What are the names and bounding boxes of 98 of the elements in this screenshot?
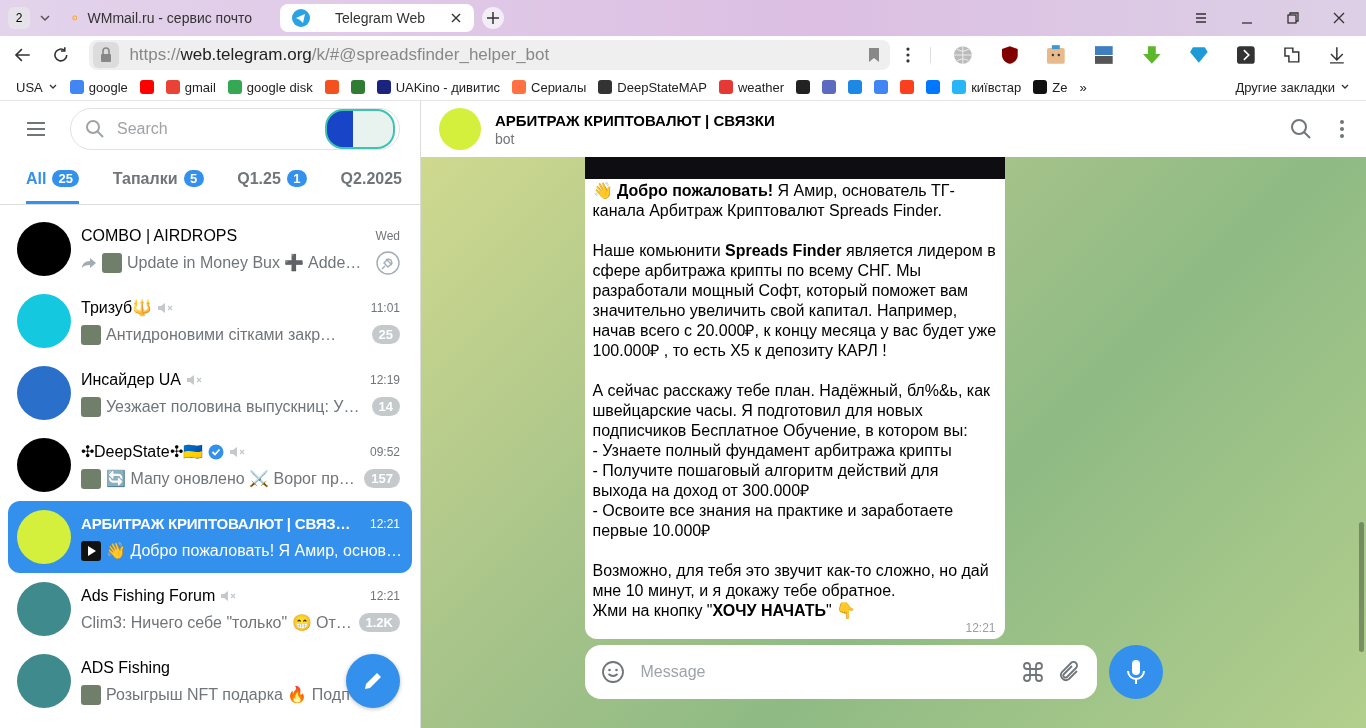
unread-count-badge: 14 — [371, 397, 400, 416]
browser-tab[interactable]: WMmail.ru - сервис почто — [60, 4, 264, 32]
chat-name: COMBO | AIRDROPS — [81, 226, 238, 245]
chat-list-item[interactable]: ADS Fishing Розыгрыш NFT подарка 🔥 Подп — [8, 645, 412, 717]
chat-name: АРБИТРАЖ КРИПТОВАЛЮТ | СВЯЗ… — [81, 515, 351, 532]
tab-title: Telegram Web — [334, 10, 426, 26]
message-time: 12:21 — [965, 621, 996, 635]
bookmark-link[interactable]: UAKino - дивитис — [376, 79, 500, 95]
smiley-icon[interactable] — [600, 660, 625, 684]
bookmark-link[interactable]: google disk — [227, 79, 313, 95]
microphone-icon — [1125, 659, 1146, 685]
pencil-icon — [362, 670, 384, 692]
paper-plane-icon — [292, 9, 310, 27]
chat-list-item[interactable]: Тризуб🔱 11:01 Антидроновими сітками закр… 25 — [8, 285, 412, 357]
message-preview: Розыгрыш NFT подарка 🔥 Подп — [106, 685, 351, 704]
close-icon[interactable] — [1332, 11, 1346, 25]
chat-time: 09:52 — [369, 444, 400, 459]
chat-name: Инсайдер UA — [81, 370, 181, 389]
browser-tab[interactable]: Telegram Web — [280, 4, 474, 32]
folder-tab[interactable]: Q1.25 1 — [237, 156, 307, 204]
back-arrow-icon[interactable] — [14, 46, 32, 64]
message-preview: 👋 Добро пожаловать! Я Амир, основ… — [106, 541, 400, 560]
folder-tab[interactable]: Тапалки 5 — [112, 156, 204, 204]
message-input[interactable]: Message — [584, 645, 1097, 699]
restore-icon[interactable] — [1286, 11, 1300, 25]
more-bookmarks-button[interactable]: » — [1079, 79, 1087, 95]
chat-name: ADS Fishing — [81, 658, 170, 677]
chat-subtitle: bot — [495, 130, 516, 147]
bookmark-link[interactable]: київстар — [952, 79, 1022, 95]
unread-count-badge: 1.2K — [358, 613, 400, 632]
microphone-button[interactable] — [1108, 645, 1163, 699]
video-thumbnail-icon — [81, 540, 101, 561]
bookmark-icon[interactable] — [868, 47, 880, 63]
reload-icon[interactable] — [51, 46, 70, 64]
download-arrow-icon[interactable] — [1141, 45, 1162, 65]
search-icon[interactable] — [1290, 118, 1312, 140]
bookmark-link[interactable]: Ze — [1033, 79, 1068, 95]
new-tab-button[interactable] — [482, 7, 504, 29]
chat-time: 12:21 — [369, 516, 400, 531]
chat-name: ✣DeepState✣🇺🇦 — [81, 442, 203, 461]
message-paragraph: А сейчас расскажу тебе план. Надёжный, бл%&ь, как швейцарские часы. Я подготовил для новых подписчиков Бесплатное Обучение, в котором вы: - Узнаете полный фундамент арбитража крипты - Получите пошаговый алгоритм действий для выхода на доход от 300.000₽ - Освоите все знания на практике и заработаете первые 10.000₽ — [592, 381, 992, 541]
bookmark-link[interactable]: weather — [718, 79, 785, 95]
chat-title: АРБИТРАЖ КРИПТОВАЛЮТ | СВЯЗКИ — [495, 111, 775, 129]
chat-time: 11:01 — [370, 300, 400, 315]
message-paragraph: 👋 Добро пожаловать! Я Амир, основатель ТГ-канала Арбитраж Криптовалют Spreads Finder. — [592, 181, 956, 221]
menu-icon[interactable] — [26, 121, 46, 136]
menu-icon[interactable] — [1194, 11, 1208, 25]
chat-time: Wed — [375, 228, 400, 243]
arrow-square-icon[interactable] — [1236, 46, 1255, 64]
search-icon — [85, 118, 105, 139]
puzzle-icon[interactable] — [1282, 46, 1301, 64]
chat-list-item[interactable]: COMBO | AIRDROPS Wed Update in Money Bux ➕ Adde… — [8, 213, 412, 285]
message-paragraph: Возможно, для тебя это звучит как-то сложно, но дай мне 10 минут, и я докажу тебе обратное. Жми на кнопку "ХОЧУ НАЧАТЬ" 👇 — [592, 561, 990, 621]
message-preview: Update in Money Bux ➕ Adde… — [127, 253, 363, 272]
thumbnail-photo-placeholder — [81, 396, 101, 417]
command-icon[interactable] — [1020, 660, 1045, 684]
bookmark-favicon-icon[interactable] — [796, 80, 811, 94]
more-vertical-icon[interactable] — [906, 47, 910, 63]
diamond-icon[interactable] — [1189, 46, 1209, 64]
chat-list-item[interactable]: Ads Fishing Forum 12:21 Clim3: Ничего себе "только" 😁 От… 1.2K — [8, 573, 412, 645]
paperclip-icon[interactable] — [1058, 660, 1081, 684]
message-preview: 🔄 Мапу оновлено ⚔ Ворог пр… — [106, 469, 356, 488]
folder-tab[interactable]: Q2.2025 — [340, 156, 402, 204]
shield-icon[interactable] — [1000, 45, 1019, 65]
tab-count-button[interactable]: 2 — [8, 7, 30, 29]
bookmark-link[interactable]: google — [69, 79, 128, 95]
chat-time: 12:19 — [369, 372, 400, 387]
chat-list-item[interactable]: ✣DeepState✣🇺🇦 09:52 🔄 Мапу оновлено ⚔ Ворог пр… 157 — [8, 429, 412, 501]
message-preview: Антидроновими сітками закр… — [106, 325, 338, 344]
address-bar[interactable]: https://web.telegram.org/k/#@spreadsfinder_helper_bot — [89, 40, 890, 70]
thumbnail-photo-placeholder — [81, 324, 101, 345]
lock-icon — [93, 42, 120, 68]
chat-name: Ads Fishing Forum — [81, 586, 216, 605]
promo-image-placeholder[interactable] — [325, 108, 395, 149]
close-icon[interactable] — [450, 12, 462, 24]
message-preview: Уезжает половина выпускниц: У… — [106, 397, 361, 416]
media-icon[interactable] — [1093, 45, 1114, 65]
tab-title: WMmail.ru - сервис почто — [87, 10, 252, 26]
bookmark-folder[interactable]: USA — [16, 79, 58, 95]
bookmark-link[interactable]: gmail — [165, 79, 216, 95]
thumbnail-photo-placeholder — [102, 252, 122, 273]
box-face-icon[interactable] — [1046, 45, 1066, 65]
unread-count-badge: 25 — [371, 325, 400, 344]
other-bookmarks-folder[interactable]: Другие закладки — [1235, 79, 1350, 95]
bookmark-link[interactable]: Сериалы — [512, 79, 587, 95]
search-input[interactable]: Search — [115, 118, 315, 139]
message-paragraph: Наше комьюнити Spreads Finder является лидером в сфере арбитража крипты по всему СНГ. Мы разработали мощный Софт, который поможет вам значительно увеличить свой капитал. Например, начав всего с 20.000₽, к концу месяца у вас будет уже 100.000₽ , то есть Х5 к депозиту КАРЛ ! — [592, 241, 997, 361]
url-text: https://web.telegram.org/k/#@spreadsfinder_helper_bot — [129, 45, 550, 65]
chat-name: Тризуб🔱 — [81, 298, 153, 317]
thumbnail-photo-placeholder — [81, 468, 101, 489]
chat-list-item[interactable]: Инсайдер UA 12:19 Уезжает половина выпускниц: У… 14 — [8, 357, 412, 429]
unread-count-badge: 157 — [364, 469, 400, 488]
plus-icon — [486, 11, 500, 25]
thumbnail-photo-placeholder — [81, 684, 101, 705]
download-icon[interactable] — [1328, 46, 1347, 64]
chat-time: 12:21 — [369, 588, 400, 603]
message-preview: Clim3: Ничего себе "только" 😁 От… — [81, 613, 353, 632]
bookmark-link[interactable]: DeepStateMAP — [598, 79, 707, 95]
